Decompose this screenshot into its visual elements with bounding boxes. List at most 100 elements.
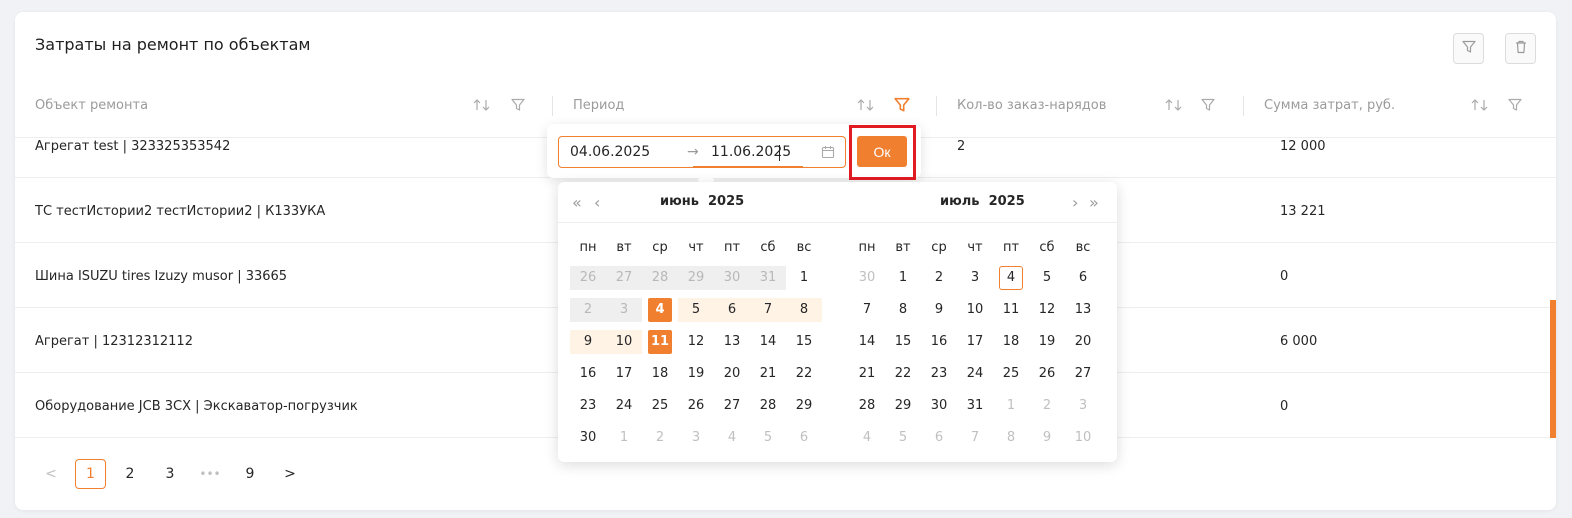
prev-year-button[interactable]: « xyxy=(572,193,582,212)
calendar-day[interactable]: 8 xyxy=(993,426,1029,450)
calendar-day[interactable]: 26 xyxy=(678,394,714,418)
prev-page-button[interactable]: < xyxy=(40,459,62,489)
calendar-day[interactable]: 4 xyxy=(849,426,885,450)
calendar-day[interactable]: 28 xyxy=(750,394,786,418)
calendar-day[interactable]: 19 xyxy=(1029,330,1065,354)
calendar-day[interactable]: 11 xyxy=(993,298,1029,322)
calendar-day[interactable]: 6 xyxy=(921,426,957,450)
scrollbar-thumb[interactable] xyxy=(1550,300,1556,438)
calendar-day[interactable]: 18 xyxy=(642,362,678,386)
calendar-day[interactable]: 20 xyxy=(714,362,750,386)
calendar-day[interactable]: 2 xyxy=(1029,394,1065,418)
calendar-day[interactable]: 12 xyxy=(678,330,714,354)
calendar-day[interactable]: 30 xyxy=(849,266,885,290)
calendar-day[interactable]: 9 xyxy=(921,298,957,322)
next-page-button[interactable]: > xyxy=(277,459,303,489)
calendar-day[interactable]: 14 xyxy=(849,330,885,354)
calendar-day[interactable]: 6 xyxy=(1065,266,1101,290)
sort-icon[interactable] xyxy=(1164,95,1184,115)
calendar-day[interactable]: 22 xyxy=(885,362,921,386)
calendar-day[interactable]: 27 xyxy=(714,394,750,418)
page-9-button[interactable]: 9 xyxy=(235,459,265,489)
page-1-button[interactable]: 1 xyxy=(75,459,106,489)
calendar-day[interactable]: 30 xyxy=(921,394,957,418)
calendar-day[interactable]: 30 xyxy=(570,426,606,450)
calendar-day[interactable]: 27 xyxy=(606,266,642,290)
left-month-label[interactable]: июнь 2025 xyxy=(660,194,744,209)
calendar-day[interactable]: 20 xyxy=(1065,330,1101,354)
calendar-day[interactable]: 15 xyxy=(885,330,921,354)
calendar-day[interactable]: 5 xyxy=(1029,266,1065,290)
calendar-day[interactable]: 3 xyxy=(957,266,993,290)
calendar-day[interactable]: 10 xyxy=(606,330,642,354)
calendar-day[interactable]: 28 xyxy=(642,266,678,290)
calendar-day[interactable]: 14 xyxy=(750,330,786,354)
sort-icon[interactable] xyxy=(472,95,492,115)
page-2-button[interactable]: 2 xyxy=(115,459,145,489)
calendar-day[interactable]: 7 xyxy=(957,426,993,450)
calendar-day[interactable]: 19 xyxy=(678,362,714,386)
delete-button[interactable] xyxy=(1505,33,1536,64)
next-month-button[interactable]: › xyxy=(1072,193,1078,212)
calendar-day[interactable]: 4 xyxy=(642,298,678,322)
page-ellipsis[interactable]: ••• xyxy=(195,459,225,489)
calendar-day[interactable]: 21 xyxy=(750,362,786,386)
calendar-day[interactable]: 26 xyxy=(570,266,606,290)
calendar-day[interactable]: 4 xyxy=(714,426,750,450)
calendar-day[interactable]: 3 xyxy=(678,426,714,450)
calendar-day[interactable]: 24 xyxy=(957,362,993,386)
calendar-day[interactable]: 13 xyxy=(714,330,750,354)
calendar-day[interactable]: 16 xyxy=(921,330,957,354)
calendar-day[interactable]: 10 xyxy=(957,298,993,322)
calendar-day[interactable]: 27 xyxy=(1065,362,1101,386)
calendar-day[interactable]: 6 xyxy=(786,426,822,450)
column-filter-icon[interactable] xyxy=(508,95,528,115)
calendar-day[interactable]: 24 xyxy=(606,394,642,418)
calendar-day[interactable]: 26 xyxy=(1029,362,1065,386)
sort-icon[interactable] xyxy=(1470,95,1490,115)
calendar-day[interactable]: 8 xyxy=(786,298,822,322)
sort-icon[interactable] xyxy=(856,95,876,115)
calendar-day[interactable]: 29 xyxy=(678,266,714,290)
prev-month-button[interactable]: ‹ xyxy=(594,193,600,212)
calendar-day[interactable]: 5 xyxy=(750,426,786,450)
calendar-day[interactable]: 30 xyxy=(714,266,750,290)
calendar-day[interactable]: 21 xyxy=(849,362,885,386)
calendar-day[interactable]: 10 xyxy=(1065,426,1101,450)
right-month-label[interactable]: июль 2025 xyxy=(940,194,1025,209)
calendar-day[interactable]: 31 xyxy=(750,266,786,290)
calendar-day[interactable]: 5 xyxy=(885,426,921,450)
calendar-day[interactable]: 2 xyxy=(921,266,957,290)
ok-button[interactable]: Ок xyxy=(857,136,907,167)
calendar-day[interactable]: 22 xyxy=(786,362,822,386)
calendar-day[interactable]: 9 xyxy=(1029,426,1065,450)
calendar-day[interactable]: 18 xyxy=(993,330,1029,354)
calendar-day[interactable]: 5 xyxy=(678,298,714,322)
calendar-day[interactable]: 2 xyxy=(642,426,678,450)
calendar-day[interactable]: 7 xyxy=(750,298,786,322)
calendar-day[interactable]: 1 xyxy=(786,266,822,290)
calendar-day[interactable]: 13 xyxy=(1065,298,1101,322)
calendar-day[interactable]: 12 xyxy=(1029,298,1065,322)
calendar-day[interactable]: 29 xyxy=(885,394,921,418)
calendar-day[interactable]: 3 xyxy=(1065,394,1101,418)
calendar-day[interactable]: 25 xyxy=(993,362,1029,386)
calendar-day[interactable]: 11 xyxy=(642,330,678,354)
column-filter-icon[interactable] xyxy=(1198,95,1218,115)
calendar-day[interactable]: 17 xyxy=(606,362,642,386)
calendar-day[interactable]: 28 xyxy=(849,394,885,418)
page-3-button[interactable]: 3 xyxy=(155,459,185,489)
calendar-day[interactable]: 25 xyxy=(642,394,678,418)
calendar-day[interactable]: 9 xyxy=(570,330,606,354)
calendar-day[interactable]: 6 xyxy=(714,298,750,322)
calendar-day[interactable]: 15 xyxy=(786,330,822,354)
filter-button[interactable] xyxy=(1453,33,1484,64)
date-range-input[interactable]: 04.06.2025 → 11.06.2025 xyxy=(558,136,846,168)
calendar-day[interactable]: 16 xyxy=(570,362,606,386)
calendar-day[interactable]: 29 xyxy=(786,394,822,418)
calendar-day[interactable]: 1 xyxy=(885,266,921,290)
column-filter-icon-active[interactable] xyxy=(892,95,912,115)
calendar-day[interactable]: 31 xyxy=(957,394,993,418)
column-filter-icon[interactable] xyxy=(1505,95,1525,115)
calendar-day[interactable]: 8 xyxy=(885,298,921,322)
